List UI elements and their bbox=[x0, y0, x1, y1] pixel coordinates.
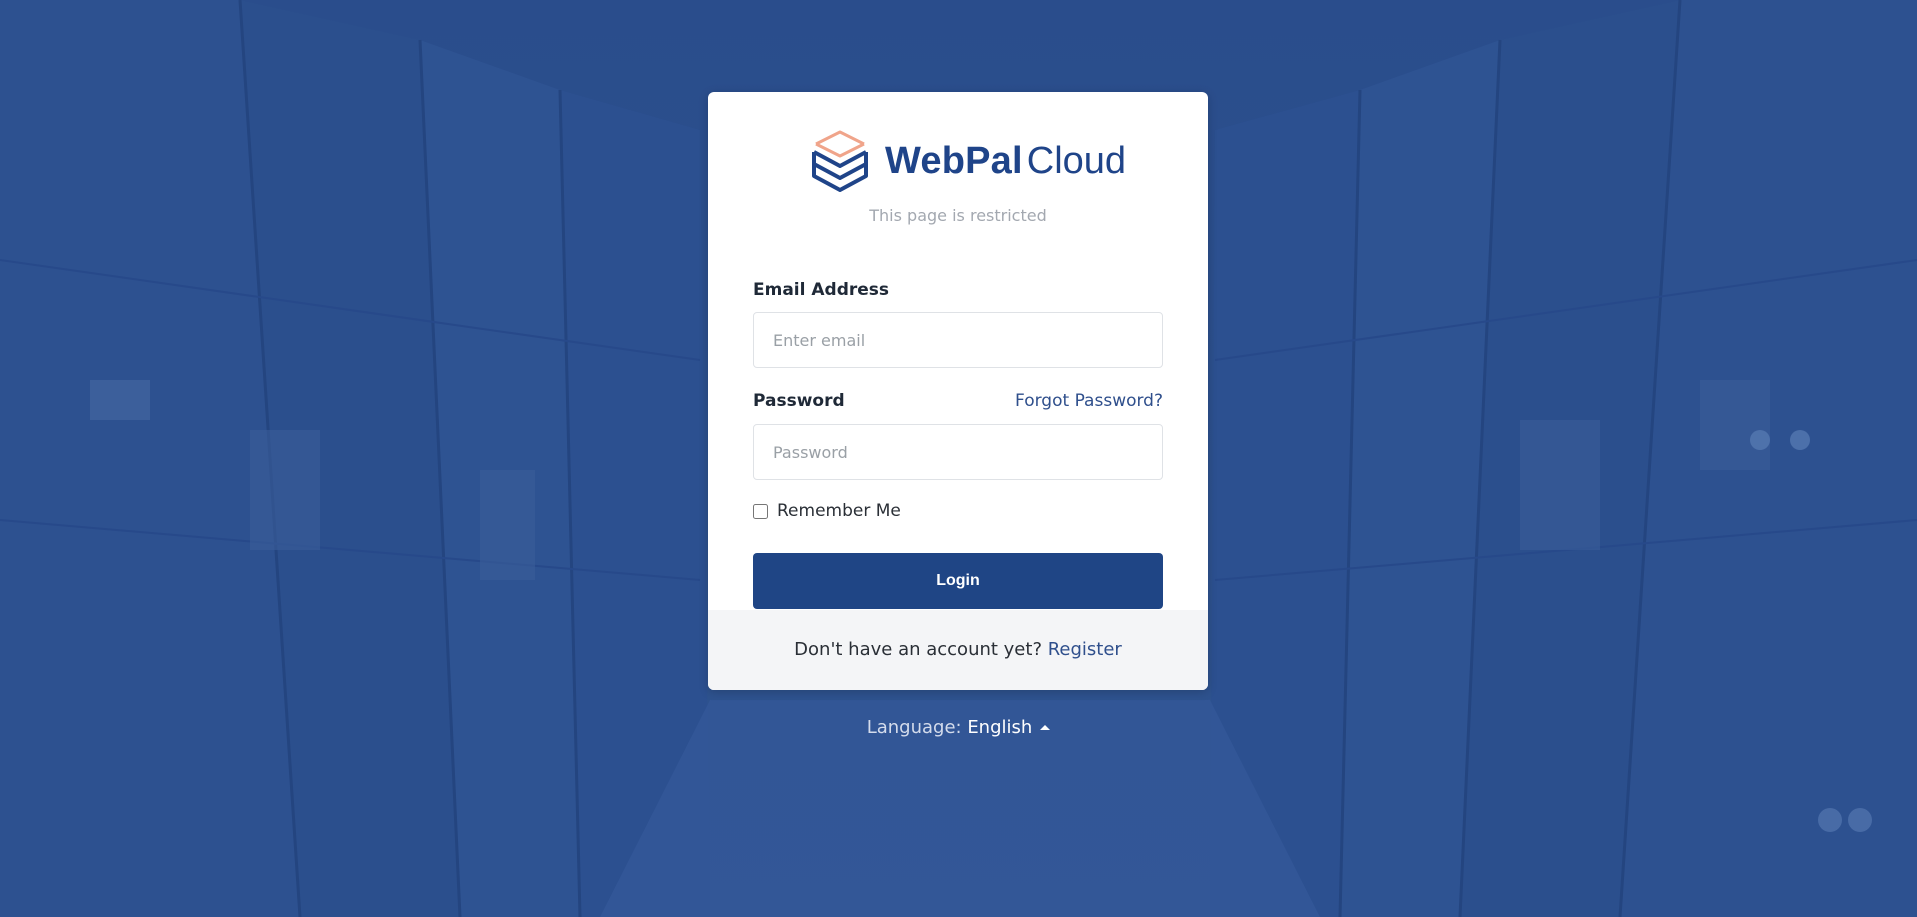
login-button[interactable]: Login bbox=[753, 553, 1163, 609]
language-dropdown[interactable]: English bbox=[967, 717, 1051, 738]
remember-me-checkbox[interactable] bbox=[753, 503, 768, 519]
password-label: Password bbox=[753, 391, 845, 411]
language-value: English bbox=[967, 717, 1033, 738]
login-card: WebPal Cloud This page is restricted Emai… bbox=[708, 92, 1208, 690]
brand-name-bold: WebPal bbox=[885, 140, 1023, 182]
remember-me-label: Remember Me bbox=[777, 501, 901, 521]
email-label: Email Address bbox=[753, 280, 890, 300]
layers-logo-icon bbox=[812, 130, 868, 192]
brand-name-light: Cloud bbox=[1026, 140, 1127, 182]
register-prompt: Don't have an account yet? bbox=[794, 639, 1048, 660]
brand-logo: WebPal Cloud bbox=[810, 130, 1126, 194]
register-footer: Don't have an account yet? Register bbox=[708, 610, 1208, 690]
register-link[interactable]: Register bbox=[1048, 639, 1122, 660]
language-label: Language: bbox=[866, 717, 968, 738]
brand-name: WebPal Cloud bbox=[885, 138, 1126, 184]
password-field[interactable] bbox=[753, 424, 1163, 480]
login-card-body: WebPal Cloud This page is restricted Emai… bbox=[708, 92, 1208, 610]
restricted-subtitle: This page is restricted bbox=[869, 206, 1047, 225]
caret-up-icon bbox=[1040, 725, 1051, 730]
email-field[interactable] bbox=[753, 312, 1163, 368]
remember-me-row: Remember Me bbox=[753, 501, 901, 521]
forgot-password-link[interactable]: Forgot Password? bbox=[1015, 391, 1163, 411]
language-selector: Language: English bbox=[0, 717, 1917, 738]
